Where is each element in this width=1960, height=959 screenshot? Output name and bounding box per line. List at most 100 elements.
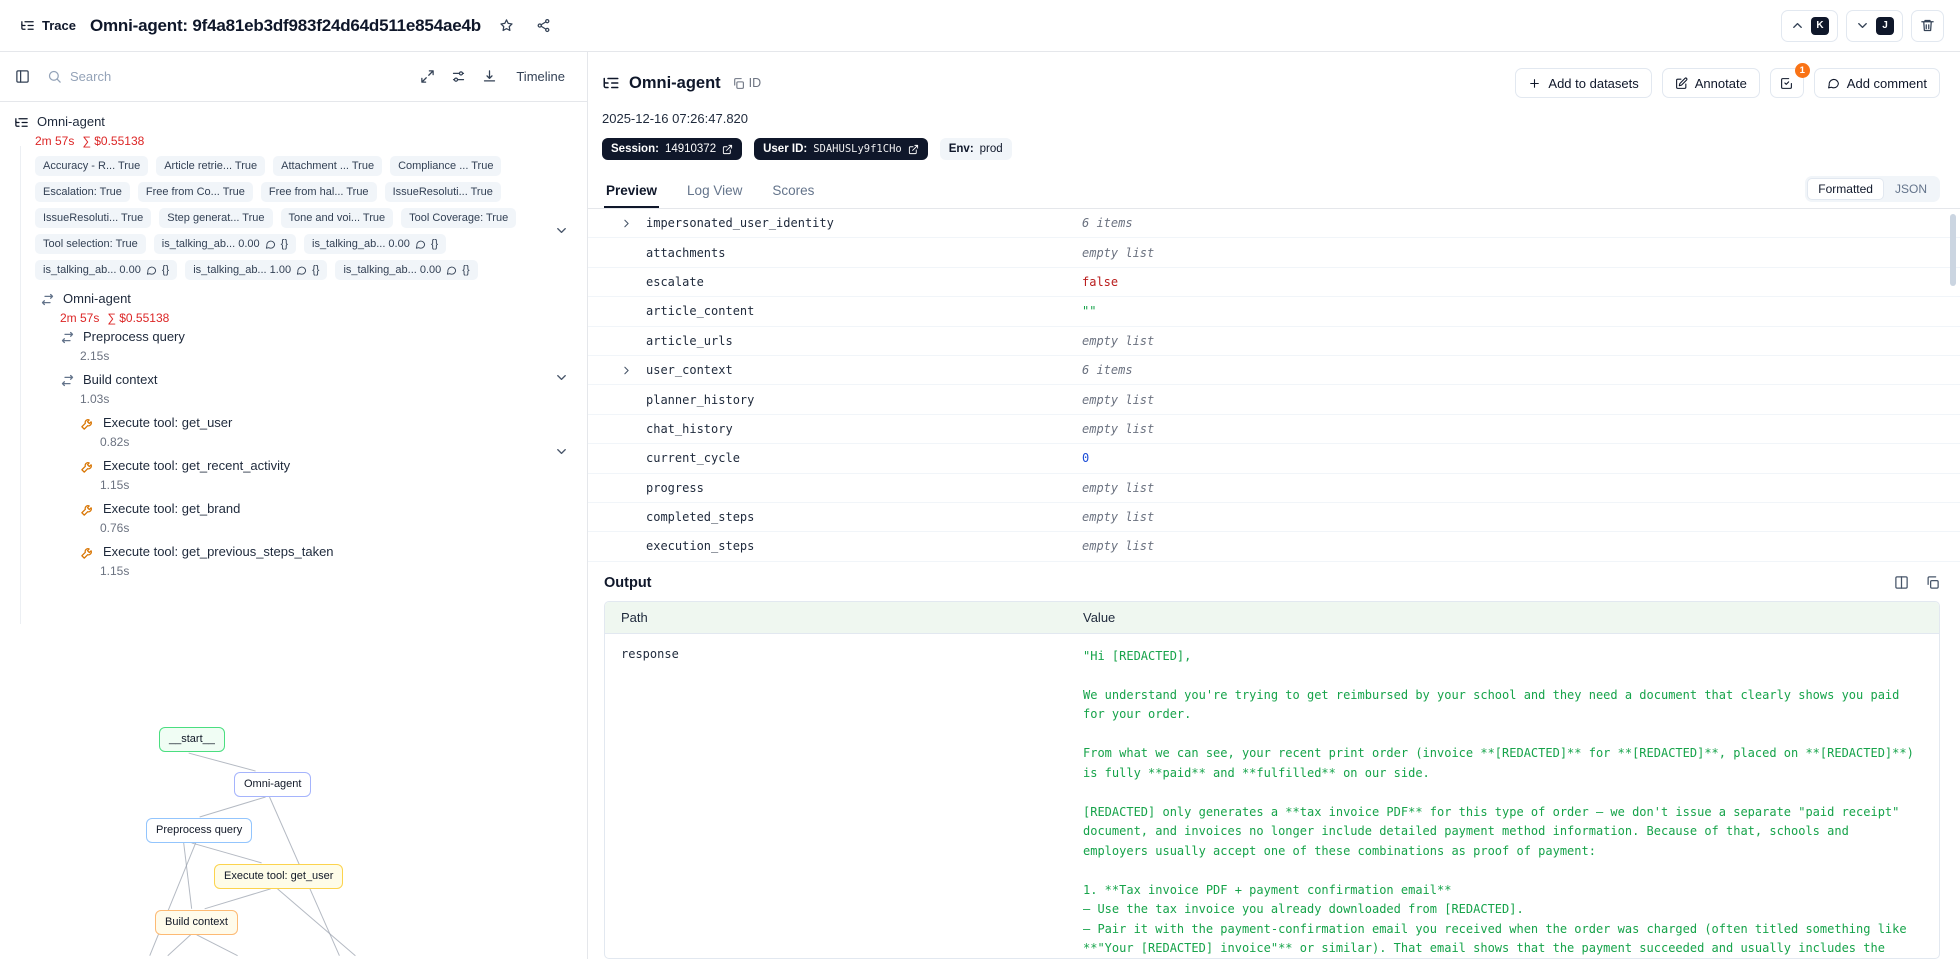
cost-value: ∑ $0.55138	[82, 134, 145, 148]
tree-item-span[interactable]: Preprocess query	[60, 327, 191, 347]
add-comment-button[interactable]: Add comment	[1813, 68, 1940, 98]
eval-badge[interactable]: Escalation: True	[35, 182, 130, 202]
split-view-icon[interactable]	[1894, 575, 1909, 590]
table-row[interactable]: escalate false	[588, 268, 1960, 298]
score-badge[interactable]: is_talking_ab... 0.00 {}	[304, 234, 447, 254]
duration-value: 1.15s	[100, 562, 136, 580]
eval-badge[interactable]: Tool Coverage: True	[401, 208, 517, 228]
eval-badge[interactable]: Article retrie... True	[156, 156, 266, 176]
graph-node-preprocess-query[interactable]: Preprocess query	[146, 818, 253, 843]
eval-badge[interactable]: Step generat... True	[159, 208, 273, 228]
collapse-build-context-button[interactable]	[552, 442, 571, 461]
eval-badge[interactable]: IssueResoluti... True	[35, 208, 152, 228]
tree-item-tool[interactable]: Execute tool: get_previous_steps_taken	[80, 542, 340, 562]
output-value: "Hi [REDACTED], We understand you're try…	[1083, 648, 1914, 956]
view-options-button[interactable]	[446, 64, 471, 89]
eval-badge[interactable]: IssueResoluti... True	[384, 182, 501, 202]
span-arrows-icon	[61, 374, 74, 386]
next-trace-button[interactable]: J	[1846, 9, 1903, 42]
search-box[interactable]	[41, 69, 409, 84]
table-row[interactable]: planner_history empty list	[588, 385, 1960, 415]
score-badge[interactable]: is_talking_ab... 1.00 {}	[185, 260, 328, 280]
check-square-icon	[1781, 77, 1793, 89]
tab-scores[interactable]: Scores	[770, 183, 816, 208]
download-button[interactable]	[477, 64, 502, 89]
tree-item-tool[interactable]: Execute tool: get_brand	[80, 499, 247, 519]
eval-badge[interactable]: Tool selection: True	[35, 234, 146, 254]
collapse-sidebar-button[interactable]	[10, 64, 35, 89]
tree-item-root[interactable]: Omni-agent	[14, 112, 111, 132]
score-badge-label: is_talking_ab... 0.00	[43, 264, 141, 276]
tab-log-view[interactable]: Log View	[685, 183, 744, 208]
duration-value: 0.76s	[100, 519, 136, 537]
eval-badge[interactable]: Free from Co... True	[137, 182, 253, 202]
output-table: Path Value response "Hi [REDACTED], We u…	[604, 600, 1940, 959]
table-row[interactable]: execution_steps empty list	[588, 532, 1960, 562]
tree-item-metrics: 2m 57s ∑ $0.55138	[60, 309, 176, 327]
graph-node-execute-tool-get-user[interactable]: Execute tool: get_user	[214, 864, 344, 889]
eval-badge[interactable]: Tone and voi... True	[280, 208, 394, 228]
score-badge-suffix: {}	[161, 264, 170, 276]
score-badge[interactable]: is_talking_ab... 0.00 {}	[35, 260, 178, 280]
session-badge[interactable]: Session: 14910372	[602, 138, 743, 160]
scrollbar-thumb[interactable]	[1950, 214, 1956, 286]
column-header-value: Value	[1083, 609, 1116, 625]
expand-icon	[421, 70, 435, 83]
eval-badge[interactable]: Attachment ... True	[273, 156, 383, 176]
json-toggle[interactable]: JSON	[1884, 178, 1938, 200]
chevron-right-icon[interactable]	[620, 217, 633, 230]
timeline-toggle[interactable]: Timeline	[508, 64, 573, 89]
prev-trace-button[interactable]: K	[1781, 9, 1838, 42]
tree-item-label: Omni-agent	[37, 114, 105, 129]
breadcrumb-trace[interactable]: Trace	[20, 18, 76, 33]
add-to-datasets-button[interactable]: Add to datasets	[1515, 68, 1652, 98]
table-row[interactable]: impersonated_user_identity 6 items	[588, 209, 1960, 239]
graph-node-omni-agent[interactable]: Omni-agent	[234, 772, 312, 797]
table-row[interactable]: attachments empty list	[588, 238, 1960, 268]
cost-value: ∑ $0.55138	[107, 311, 170, 325]
tree-item-tool[interactable]: Execute tool: get_recent_activity	[80, 456, 297, 476]
eval-badge[interactable]: Free from hal... True	[260, 182, 377, 202]
score-badge[interactable]: is_talking_ab... 0.00 {}	[335, 260, 478, 280]
table-row[interactable]: progress empty list	[588, 474, 1960, 503]
annotate-button[interactable]: Annotate	[1661, 68, 1760, 98]
trace-tree-panel: Timeline Omni-agent 2m 57s ∑ $0.55138 Ac…	[0, 52, 588, 959]
duration-value: 1.03s	[80, 390, 116, 408]
expand-all-button[interactable]	[415, 64, 440, 89]
eval-badge[interactable]: Compliance ... True	[390, 156, 502, 176]
score-badge[interactable]: is_talking_ab... 0.00 {}	[153, 234, 296, 254]
user-badge[interactable]: User ID: SDAHUSLy9f1CHo	[754, 138, 928, 160]
duration-value: 2m 57s	[60, 311, 100, 325]
graph-node-start[interactable]: __start__	[159, 727, 225, 752]
tab-preview[interactable]: Preview	[604, 183, 659, 208]
favorite-button[interactable]	[495, 14, 518, 37]
duration-value: 0.82s	[100, 433, 136, 451]
row-key: current_cycle	[646, 451, 740, 466]
eval-badge[interactable]: Accuracy - R... True	[35, 156, 149, 176]
tree-item-span[interactable]: Build context	[60, 370, 164, 390]
graph-node-build-context[interactable]: Build context	[155, 910, 238, 935]
copy-id-button[interactable]: ID	[732, 76, 761, 90]
formatted-toggle[interactable]: Formatted	[1807, 178, 1884, 200]
table-row[interactable]: current_cycle 0	[588, 444, 1960, 474]
table-row[interactable]: article_content ""	[588, 297, 1960, 327]
delete-trace-button[interactable]	[1911, 9, 1944, 42]
table-row[interactable]: response "Hi [REDACTED], We understand y…	[605, 634, 1939, 958]
row-value: ""	[1082, 304, 1097, 319]
table-row[interactable]: chat_history empty list	[588, 415, 1960, 445]
collapse-badges-button[interactable]	[552, 221, 571, 240]
table-row[interactable]: user_context 6 items	[588, 356, 1960, 386]
row-value: 6 items	[1082, 363, 1133, 378]
annotation-queue-button[interactable]: 1	[1769, 63, 1810, 98]
tree-item-agent[interactable]: Omni-agent	[40, 289, 137, 309]
search-input[interactable]	[70, 69, 404, 84]
copy-icon[interactable]	[1925, 575, 1940, 590]
wrench-icon	[81, 547, 92, 559]
chevron-right-icon[interactable]	[620, 364, 633, 377]
table-row[interactable]: completed_steps empty list	[588, 503, 1960, 533]
tree-item-tool[interactable]: Execute tool: get_user	[80, 413, 239, 433]
collapse-agent-button[interactable]	[552, 368, 571, 387]
score-badge-suffix: {}	[312, 264, 320, 276]
share-button[interactable]	[532, 14, 555, 37]
table-row[interactable]: article_urls empty list	[588, 327, 1960, 356]
